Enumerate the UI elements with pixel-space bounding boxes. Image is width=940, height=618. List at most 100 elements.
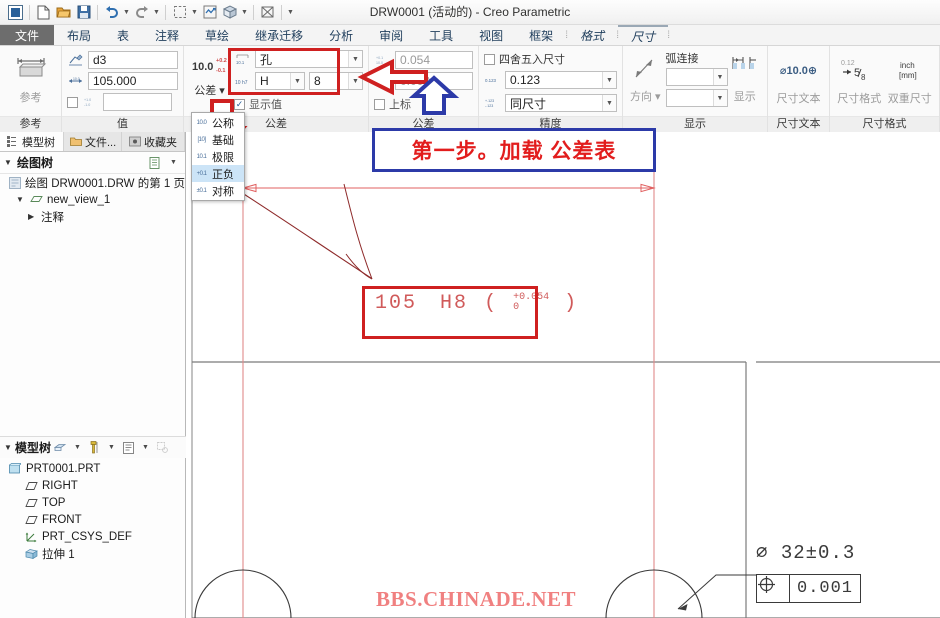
chevron-down-icon-filter[interactable]: ▼ [70,440,85,455]
main-dimension-text[interactable]: 105 H8 ( +0.054 0 ) [375,292,578,315]
chevron-down-icon-model-tree[interactable]: ▼ [4,443,13,452]
menu-item-plusminus[interactable]: +0.1 正负 [192,165,244,182]
tab-sketch[interactable]: 草绘 [192,25,242,45]
tab-file[interactable]: 文件 [0,25,54,45]
diameter-dimension-text[interactable]: ⌀ 32±0.3 [756,541,855,564]
app-logo-icon[interactable] [6,3,25,22]
superscript-checkbox-box[interactable] [374,98,385,110]
draw-tree-view-label: new_view_1 [47,193,111,206]
superscript-checkbox[interactable]: 上标 [374,96,411,112]
menu-item-basic[interactable]: [10] 基础 [192,131,244,148]
tree-settings-icon[interactable] [147,155,162,170]
undo-dropdown-caret[interactable]: ▼ [122,9,131,16]
chevron-down-icon-tol-grade[interactable]: ▼ [348,73,362,89]
menu-item-limits[interactable]: 10.1 极限 [192,148,244,165]
chevron-down-icon-settings[interactable]: ▼ [104,440,119,455]
tolerance-type-combo[interactable]: 孔 ▼ [255,50,363,68]
show-value-checkbox[interactable]: ✓ 显示值 [234,96,363,112]
direction-button[interactable]: 方向 ▾ [628,49,663,104]
close-window-icon[interactable] [258,3,277,22]
search-icon[interactable] [155,440,170,455]
dimension-override-checkbox[interactable] [67,96,78,108]
chevron-down-icon-draw-tree[interactable]: ▼ [4,158,13,167]
tolerance-dropdown-button[interactable]: 10.0 +0.2 -0.1 公差 ▾ [189,49,230,98]
chevron-down-icon-display[interactable]: ▼ [138,440,153,455]
nav-tab-favorites[interactable]: 收藏夹 [122,132,185,151]
menu-item-symmetric[interactable]: ±0.1 对称 [192,182,244,199]
chevron-down-icon-arc-1[interactable]: ▼ [712,69,727,85]
draw-tree-node-annotation[interactable]: ▶ 注释 [0,208,185,225]
model-tree-node-top[interactable]: TOP [0,494,186,511]
round-dimension-checkbox[interactable]: 四舍五入尺寸 [484,51,565,67]
dual-dimension-button[interactable]: inch [mm] 双重尺寸 [886,51,935,106]
chevron-down-icon-tol-precision[interactable]: ▼ [602,95,616,111]
model-tree-node-front[interactable]: FRONT [0,511,186,528]
open-folder-icon[interactable] [54,3,73,22]
nav-tab-files[interactable]: 文件... [64,132,122,151]
redo-dropdown-caret[interactable]: ▼ [152,9,161,16]
main-dimension-lower: 0 [513,301,520,313]
chevron-down-icon-arc-2[interactable]: ▼ [712,90,727,106]
model-tree-node-csys[interactable]: PRT_CSYS_DEF [0,528,186,545]
tolerance-format-menu[interactable]: 10.0 公称 [10] 基础 10.1 极限 +0.1 正负 ±0.1 对称 [191,112,245,201]
tab-table[interactable]: 表 [104,25,142,45]
step-note-text: 第一步。加载 公差表 [411,140,617,163]
tolerance-letter-combo[interactable]: H ▼ [255,72,305,90]
dimension-reference-button[interactable]: 参考 [5,50,56,105]
lower-tolerance-field[interactable]: 0.000 [395,72,473,90]
filter-icon[interactable] [53,440,68,455]
draw-tree-node-view[interactable]: ▼ new_view_1 [0,191,185,208]
regenerate-icon[interactable] [200,3,219,22]
dimension-name-field[interactable]: d3 [88,51,178,69]
tab-format[interactable]: 格式 [567,25,617,45]
shade-icon[interactable] [220,3,239,22]
tab-framework[interactable]: 框架 [516,25,566,45]
repaint-icon[interactable] [170,3,189,22]
chevron-down-icon-tree-menu[interactable]: ▼ [166,155,181,170]
chevron-right-icon-annotation[interactable]: ▶ [28,212,37,221]
arc-connection-combo-1[interactable]: ▼ [665,68,728,86]
model-tree-node-extrude[interactable]: 拉伸 1 [0,545,186,562]
menu-item-nominal[interactable]: 10.0 公称 [192,114,244,131]
drawing-canvas[interactable]: 105 H8 ( +0.054 0 ) ⌀ 32±0.3 0.001 [186,132,940,618]
show-value-label: 显示值 [249,99,282,111]
chevron-down-icon-view[interactable]: ▼ [16,195,25,204]
save-icon[interactable] [74,3,93,22]
dimension-value-field[interactable]: 105.000 [88,72,178,90]
tab-annotate[interactable]: 注释 [142,25,192,45]
tab-view[interactable]: 视图 [466,25,516,45]
customize-qat-icon[interactable]: ▼ [286,9,295,16]
tab-layout[interactable]: 布局 [54,25,104,45]
upper-tolerance-field[interactable]: 0.054 [395,51,473,69]
shade-dropdown-caret[interactable]: ▼ [240,9,249,16]
tolerance-grade-combo[interactable]: 8 ▼ [309,72,363,90]
new-document-icon[interactable] [34,3,53,22]
model-tree-node-right[interactable]: RIGHT [0,477,186,494]
chevron-down-icon-tol-type[interactable]: ▼ [348,51,362,67]
chevron-down-icon-decimal[interactable]: ▼ [602,72,616,88]
decimal-places-combo[interactable]: 0.123 ▼ [505,71,617,89]
chevron-down-icon-tol-letter[interactable]: ▼ [290,73,304,89]
arc-connection-combo-2[interactable]: ▼ [665,89,728,107]
tab-dimension[interactable]: 尺寸 [618,25,669,45]
display-button[interactable]: 显示 [728,49,763,104]
settings-icon[interactable] [87,440,102,455]
redo-icon[interactable] [132,3,151,22]
repaint-dropdown-caret[interactable]: ▼ [190,9,199,16]
display-icon[interactable] [121,440,136,455]
geometric-tolerance-frame[interactable]: 0.001 [756,574,862,603]
tab-tools[interactable]: 工具 [416,25,466,45]
nav-tab-model-tree[interactable]: 模型树 [0,132,64,151]
dimension-text-button[interactable]: ⌀10.0⊕ 尺寸文本 [773,51,824,106]
dimension-override-field[interactable] [103,93,172,111]
tab-legacy-migration[interactable]: 继承迁移 [242,25,316,45]
show-value-checkbox-box[interactable]: ✓ [234,98,245,110]
tolerance-precision-combo[interactable]: 同尺寸 ▼ [505,94,617,112]
dimension-format-button[interactable]: 0.12 5 8 尺寸格式 [835,51,884,106]
model-tree-node-part[interactable]: PRT0001.PRT [0,460,186,477]
tab-review[interactable]: 审阅 [366,25,416,45]
draw-tree-node-sheet[interactable]: 绘图 DRW0001.DRW 的第 1 页 [0,174,185,191]
round-dimension-checkbox-box[interactable] [484,53,495,65]
tab-analysis[interactable]: 分析 [316,25,366,45]
undo-icon[interactable] [102,3,121,22]
